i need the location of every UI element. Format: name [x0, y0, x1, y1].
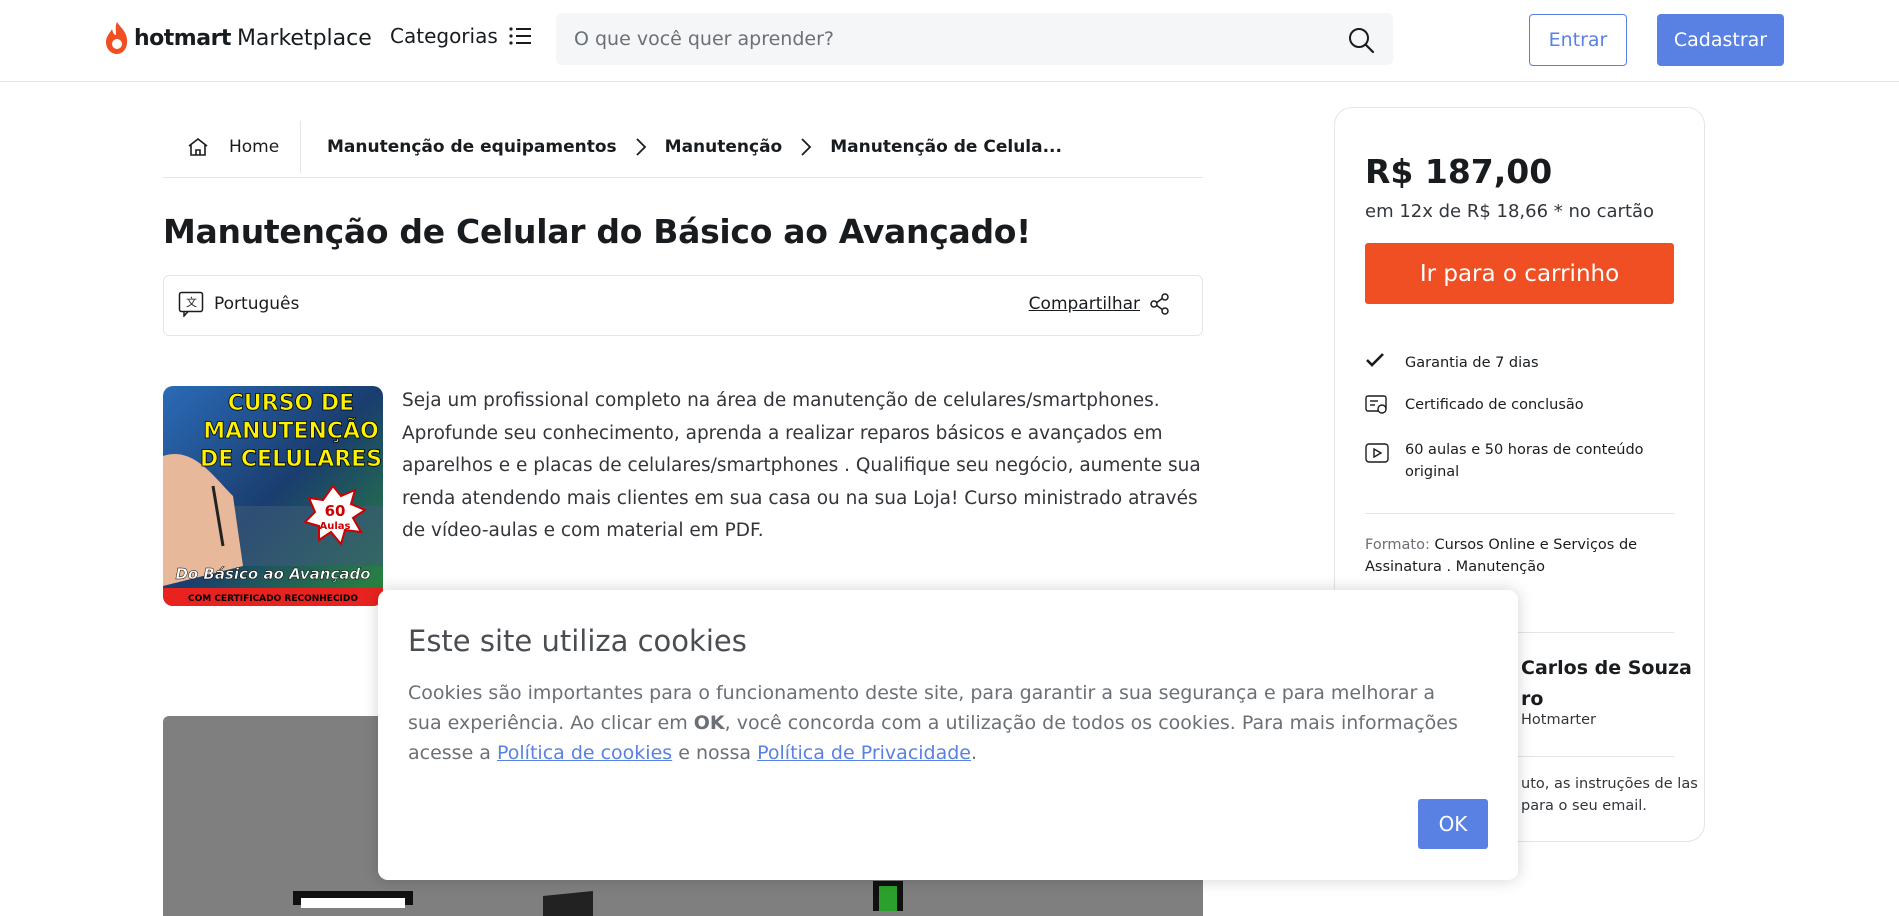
breadcrumb: Home Manutenção de equipamentos Manutenç…	[163, 116, 1203, 178]
categories-menu[interactable]: Categorias	[390, 24, 532, 48]
home-icon	[188, 137, 208, 156]
share-icon	[1150, 293, 1169, 315]
thumbnail-line-2: MANUTENÇÃO	[203, 418, 379, 444]
feature-certificate: Certificado de conclusão	[1365, 394, 1584, 416]
certificate-icon	[1365, 394, 1405, 416]
search-bar	[556, 13, 1393, 65]
breadcrumb-item-subcategory[interactable]: Manutenção	[665, 137, 783, 157]
cookie-title: Este site utiliza cookies	[408, 624, 747, 658]
play-icon	[1365, 439, 1405, 463]
hotmart-logo[interactable]: hotmart Marketplace	[104, 18, 372, 58]
categories-label: Categorias	[390, 24, 498, 48]
top-header: hotmart Marketplace Categorias Entrar Ca…	[0, 0, 1899, 82]
feature-guarantee-text: Garantia de 7 dias	[1405, 355, 1539, 371]
cookie-text: Cookies são importantes para o funcionam…	[408, 678, 1468, 768]
signup-button[interactable]: Cadastrar	[1657, 14, 1784, 66]
thumbnail-badge-label: Aulas	[320, 521, 351, 532]
cookie-banner: Este site utiliza cookies Cookies são im…	[378, 590, 1518, 880]
feature-lessons-text: 60 aulas e 50 horas de conteúdo original	[1405, 442, 1644, 480]
translate-icon: 文	[178, 291, 204, 317]
thumbnail-badge-number: 60	[325, 502, 346, 520]
cookie-policy-link[interactable]: Política de cookies	[497, 742, 672, 764]
logo-bold-text: hotmart	[134, 25, 231, 51]
login-button[interactable]: Entrar	[1529, 14, 1627, 66]
cookie-ok-button[interactable]: OK	[1418, 799, 1488, 849]
page-title: Manutenção de Celular do Básico ao Avanç…	[163, 212, 1031, 251]
logo-light-text: Marketplace	[236, 25, 372, 51]
divider	[1365, 513, 1674, 514]
feature-lessons: 60 aulas e 50 horas de conteúdo original	[1365, 439, 1665, 483]
check-icon	[1365, 352, 1405, 368]
share-button[interactable]: Compartilhar	[1029, 293, 1170, 315]
price: R$ 187,00	[1365, 152, 1553, 191]
breadcrumb-item-category[interactable]: Manutenção de equipamentos	[327, 137, 617, 157]
thumbnail-line-1: CURSO DE	[228, 391, 354, 416]
cookie-text-part-3: e nossa	[672, 742, 758, 764]
format-label: Formato:	[1365, 537, 1430, 553]
svg-text:文: 文	[186, 295, 197, 309]
go-to-cart-button[interactable]: Ir para o carrinho	[1365, 243, 1674, 304]
flame-logo-icon	[106, 22, 128, 54]
search-icon[interactable]	[1347, 26, 1375, 54]
language-share-bar: 文 Português Compartilhar	[163, 275, 1203, 336]
breadcrumb-item-current: Manutenção de Celula...	[830, 136, 1062, 157]
feature-guarantee: Garantia de 7 dias	[1365, 352, 1539, 374]
format-info: Formato: Cursos Online e Serviços de Ass…	[1365, 534, 1665, 578]
thumbnail-footer: COM CERTIFICADO RECONHECIDO	[188, 594, 358, 604]
share-label: Compartilhar	[1028, 294, 1140, 314]
language-label: Português	[214, 294, 300, 314]
feature-certificate-text: Certificado de conclusão	[1405, 397, 1584, 413]
language-info: 文 Português	[178, 291, 299, 317]
breadcrumb-home-label: Home	[229, 136, 280, 157]
list-icon	[509, 27, 531, 45]
breadcrumb-home[interactable]: Home	[163, 120, 301, 173]
cookie-text-part-4: .	[971, 742, 978, 764]
chevron-right-icon	[800, 137, 812, 157]
product-description: Seja um profissional completo na área de…	[402, 390, 1201, 541]
thumbnail-line-3: DE CELULARES	[200, 447, 382, 472]
delivery-note: uto, as instruções de las para o seu ema…	[1521, 776, 1698, 814]
search-input[interactable]	[574, 13, 1334, 65]
privacy-policy-link[interactable]: Política de Privacidade	[757, 742, 971, 764]
cookie-text-bold: OK	[693, 712, 725, 734]
author-role: Hotmarter	[1521, 712, 1596, 728]
author-name[interactable]: Carlos de Souza ro	[1521, 653, 1701, 715]
installments: em 12x de R$ 18,66 * no cartão	[1365, 201, 1655, 222]
thumbnail-subtitle: Do Básico ao Avançado	[175, 565, 370, 583]
product-thumbnail: CURSO DE MANUTENÇÃO DE CELULARES 60 Aula…	[163, 386, 383, 606]
chevron-right-icon	[635, 137, 647, 157]
